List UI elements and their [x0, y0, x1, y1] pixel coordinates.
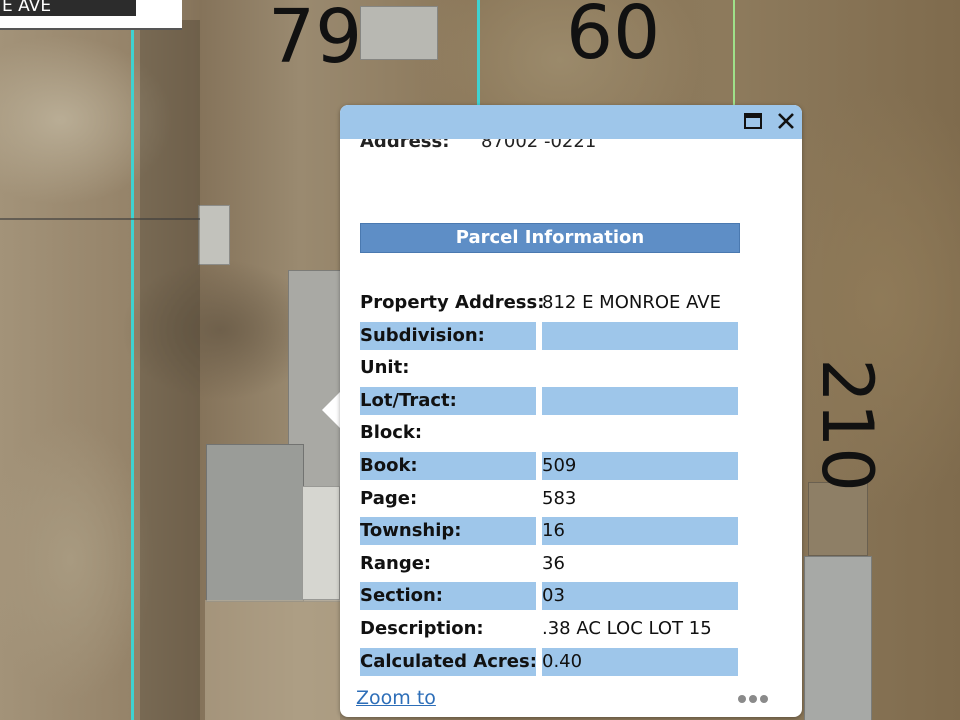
table-row: Block:	[360, 419, 740, 447]
table-row: Calculated Acres: 0.40	[360, 647, 740, 676]
field-value: 16	[542, 517, 738, 546]
field-label: Section:	[360, 582, 536, 611]
street-label-box: E AVE	[0, 0, 182, 30]
table-row: Unit:	[360, 354, 740, 382]
field-label: Township:	[360, 517, 536, 546]
field-label: Description:	[360, 618, 484, 639]
field-label: Lot/Tract:	[360, 386, 536, 415]
field-label: Page:	[360, 487, 418, 509]
table-row: Book: 509	[360, 452, 740, 480]
street-label: E AVE	[0, 0, 136, 16]
table-row: Property Address: 812 E MONROE AVE	[360, 289, 740, 317]
shadow-strip	[140, 20, 200, 720]
field-value: 509	[542, 452, 738, 480]
table-row: Section: 03	[360, 582, 740, 611]
building-roof	[302, 486, 340, 600]
parcel-boundary-line	[477, 0, 480, 106]
building-roof	[360, 6, 438, 60]
table-row: Lot/Tract:	[360, 386, 740, 415]
zoom-to-link[interactable]: Zoom to	[356, 687, 436, 709]
table-row: Page: 583	[360, 485, 740, 513]
field-label: Property Address:	[360, 292, 545, 313]
parcel-popup: Address: 87002 -0221 Parcel Information …	[340, 105, 802, 717]
field-value: 03	[542, 582, 738, 611]
popup-pointer	[322, 391, 341, 429]
table-row: Township: 16	[360, 517, 740, 546]
maximize-icon[interactable]	[744, 113, 762, 129]
building-roof	[804, 556, 872, 720]
field-value	[542, 419, 738, 447]
field-value	[542, 354, 738, 382]
dirt-path	[205, 600, 340, 720]
field-value: .38 AC LOC LOT 15	[542, 618, 712, 639]
field-value	[542, 386, 738, 415]
field-value	[542, 321, 738, 350]
more-options-icon[interactable]	[738, 695, 770, 705]
lot-line	[0, 218, 200, 220]
field-value: 583	[542, 487, 577, 509]
table-row: Subdivision:	[360, 321, 740, 350]
field-label: Unit:	[360, 357, 410, 379]
parcel-number-60: 60	[566, 0, 661, 76]
field-value: 812 E MONROE AVE	[542, 292, 721, 313]
field-value: 0.40	[542, 647, 738, 676]
field-label: Range:	[360, 552, 432, 574]
parcel-number-79: 79	[268, 0, 363, 80]
field-label: Book:	[360, 452, 536, 480]
address-row: Address: 87002 -0221	[360, 139, 780, 155]
table-row: Description: .38 AC LOC LOT 15	[360, 615, 740, 643]
parcel-boundary-line	[733, 0, 735, 106]
popup-footer: Zoom to	[340, 679, 802, 717]
popup-header	[340, 105, 802, 139]
parcel-boundary-line	[131, 0, 134, 720]
building-roof	[206, 444, 304, 602]
field-label: Calculated Acres:	[360, 647, 537, 676]
building-roof	[198, 205, 230, 265]
building-roof	[808, 482, 868, 556]
parcel-info-title: Parcel Information	[360, 223, 740, 253]
field-value: 36	[542, 552, 565, 574]
popup-content[interactable]: Address: 87002 -0221 Parcel Information …	[340, 139, 802, 679]
table-row: Range: 36	[360, 550, 740, 578]
parcel-number-210: 210	[805, 358, 888, 492]
close-icon[interactable]	[776, 111, 796, 131]
address-value: 87002 -0221	[481, 139, 597, 152]
address-label: Address:	[360, 139, 450, 152]
field-label: Block:	[360, 422, 423, 444]
field-label: Subdivision:	[360, 321, 536, 350]
